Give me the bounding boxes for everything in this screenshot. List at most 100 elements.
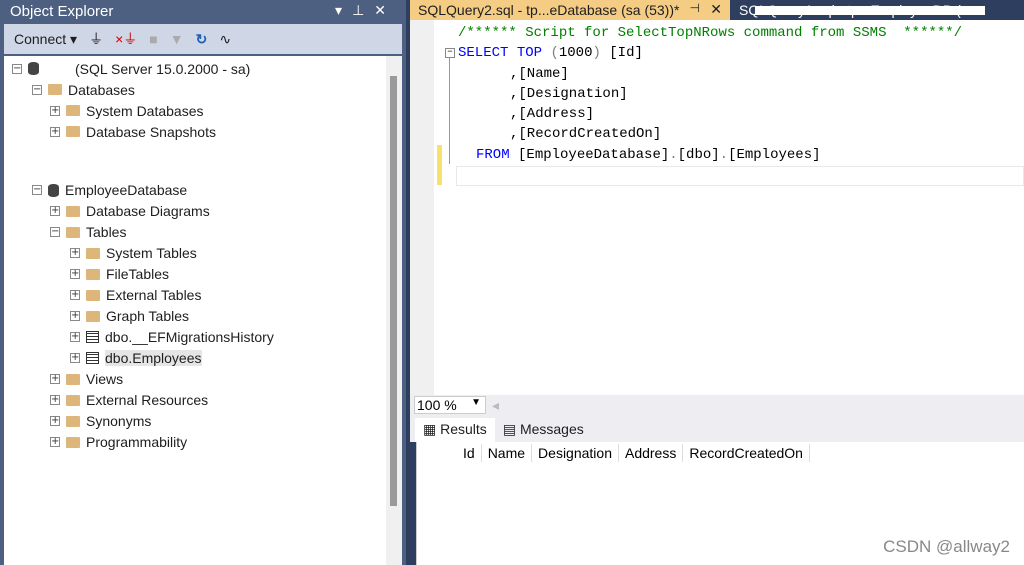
tree-node[interactable]: + System Databases [50, 100, 204, 121]
messages-icon: ▤ [502, 421, 517, 437]
folder-icon [66, 415, 80, 427]
vertical-scrollbar[interactable] [386, 56, 402, 565]
results-tabs: ▦ Results ▤ Messages [410, 416, 1024, 442]
tree-node-label: Graph Tables [106, 308, 190, 325]
object-explorer-tree: − (SQL Server 15.0.2000 - sa) − Databases + S… [4, 56, 402, 565]
expand-icon[interactable]: + [50, 105, 60, 116]
stop-icon[interactable]: ■ [149, 31, 157, 47]
expand-icon[interactable]: + [70, 248, 80, 259]
expand-icon[interactable]: + [50, 395, 60, 406]
expand-icon[interactable]: + [70, 332, 80, 343]
database-icon [48, 183, 59, 197]
tree-node[interactable]: + Graph Tables [70, 306, 189, 327]
filter-icon[interactable]: ▼ [170, 31, 184, 47]
tree-node-label: System Databases [86, 102, 204, 119]
tab-results[interactable]: ▦ Results [415, 418, 495, 442]
pin-icon[interactable]: ⊣ [690, 1, 700, 15]
tree-node[interactable]: − (SQL Server 15.0.2000 - sa) [12, 58, 250, 79]
grid-icon: ▦ [423, 421, 437, 437]
tree-node[interactable]: − Tables [50, 222, 126, 243]
redaction-mark [755, 6, 985, 15]
current-line [456, 166, 1024, 186]
column-header[interactable]: Address [619, 444, 684, 462]
results-grid[interactable]: Id Name Designation Address RecordCreate… [416, 442, 1024, 565]
tab-sqlquery1[interactable]: SQLQuery1.sql - tp...EmployeeDB (sa (72)… [735, 0, 985, 34]
collapse-icon[interactable]: − [32, 185, 42, 196]
document-tabs: SQLQuery2.sql - tp...eDatabase (sa (53))… [410, 0, 1024, 34]
expand-icon[interactable]: + [50, 206, 60, 217]
folder-icon [66, 373, 80, 385]
tree-node-label: Views [86, 371, 124, 388]
tree-node-label: Databases [68, 81, 135, 98]
sql-editor[interactable]: − /****** Script for SelectTopNRows comm… [410, 20, 1024, 395]
zoom-select[interactable]: 100 % ▼ [414, 396, 486, 414]
tree-node[interactable]: + dbo.__EFMigrationsHistory [70, 327, 274, 348]
tree-node-label: Programmability [86, 434, 188, 451]
tree-node[interactable]: + External Resources [50, 390, 208, 411]
tree-node-label: Synonyms [86, 413, 152, 430]
disconnect-icon[interactable]: ×⏚ [115, 29, 137, 49]
close-tab-icon[interactable]: ✕ [710, 1, 722, 18]
folder-icon [66, 205, 80, 217]
dropdown-icon[interactable]: ▾ [335, 2, 352, 18]
collapse-icon[interactable]: − [32, 84, 42, 95]
expand-icon[interactable]: + [70, 311, 80, 322]
connect-button[interactable]: Connect ▾ [14, 31, 77, 48]
close-icon[interactable]: ✕ [374, 2, 396, 18]
column-header[interactable]: Id [457, 444, 482, 462]
expand-icon[interactable]: + [70, 353, 80, 364]
tree-node[interactable]: + Programmability [50, 432, 187, 453]
column-header[interactable]: Name [482, 444, 533, 462]
tree-node[interactable]: + System Tables [70, 243, 197, 264]
tree-node-label: EmployeeDatabase [65, 182, 188, 199]
expand-icon[interactable]: + [50, 416, 60, 427]
folder-icon [66, 226, 80, 238]
connect-plug-icon[interactable]: ⏚ [89, 29, 103, 49]
folder-icon [86, 310, 100, 322]
scroll-left-icon[interactable]: ◂ [492, 397, 499, 414]
tree-node[interactable]: + Database Snapshots [50, 121, 216, 142]
folder-icon [48, 84, 62, 95]
tab-messages[interactable]: ▤ Messages [495, 418, 592, 442]
tree-node-label: Database Snapshots [86, 123, 216, 140]
tree-node[interactable]: + FileTables [70, 264, 169, 285]
expand-icon[interactable]: + [50, 126, 60, 137]
refresh-icon[interactable]: ↻ [196, 31, 208, 48]
pin-icon[interactable]: ⊥ [352, 2, 374, 18]
folder-icon [66, 105, 80, 116]
folder-icon [86, 247, 100, 259]
tree-node[interactable]: − EmployeeDatabase [32, 180, 187, 201]
watermark: CSDN @allway2 [883, 537, 1010, 556]
grid-header: Id Name Designation Address RecordCreate… [457, 444, 810, 462]
expand-icon[interactable]: + [50, 374, 60, 385]
code-column: ,[Address] [510, 106, 595, 122]
code-column: ,[Name] [510, 66, 569, 82]
tree-node[interactable]: + dbo.Employees [70, 348, 202, 369]
tree-node-label: FileTables [106, 266, 170, 283]
tab-sqlquery2[interactable]: SQLQuery2.sql - tp...eDatabase (sa (53))… [410, 0, 730, 20]
scrollbar-thumb[interactable] [390, 76, 397, 506]
tree-node[interactable]: + External Tables [70, 285, 201, 306]
object-explorer-toolbar: Connect ▾ ⏚ ×⏚ ■ ▼ ↻ ∿ [4, 24, 402, 54]
expand-icon[interactable]: + [70, 290, 80, 301]
tree-node-label: dbo.__EFMigrationsHistory [105, 329, 274, 346]
expand-icon[interactable]: + [50, 437, 60, 448]
column-header[interactable]: Designation [532, 444, 619, 462]
collapse-icon[interactable]: − [12, 63, 22, 74]
column-header[interactable]: RecordCreatedOn [683, 444, 810, 462]
editor-gutter [410, 20, 434, 395]
change-marker [437, 145, 442, 185]
tree-node[interactable]: + Database Diagrams [50, 201, 210, 222]
tree-node[interactable]: + Synonyms [50, 411, 151, 432]
tree-node[interactable]: + Views [50, 369, 123, 390]
tree-node-label: System Tables [106, 245, 197, 262]
collapse-icon[interactable]: − [445, 48, 455, 58]
tree-node[interactable]: − Databases [32, 79, 135, 100]
table-icon [86, 331, 99, 344]
expand-icon[interactable]: + [70, 269, 80, 280]
activity-monitor-icon[interactable]: ∿ [219, 31, 231, 48]
object-explorer-panel: Object Explorer ▾⊥✕ Connect ▾ ⏚ ×⏚ ■ ▼ ↻… [0, 0, 406, 565]
folder-icon [66, 436, 80, 448]
tree-node-label: dbo.Employees [105, 350, 202, 367]
collapse-icon[interactable]: − [50, 227, 60, 238]
